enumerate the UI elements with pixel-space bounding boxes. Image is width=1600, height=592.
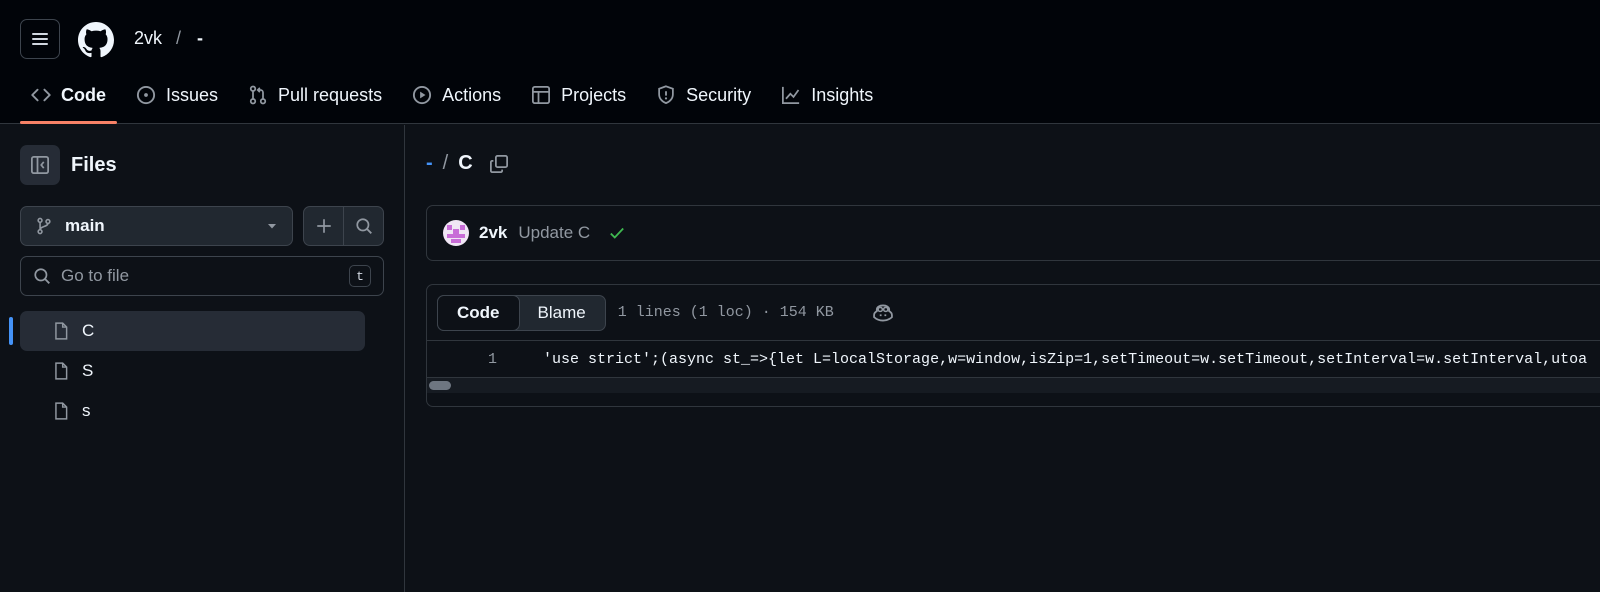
search-code-button[interactable] <box>343 207 383 245</box>
avatar[interactable] <box>443 220 469 246</box>
go-to-file-input[interactable] <box>61 266 349 286</box>
path-file-name: C <box>458 152 473 174</box>
tab-security-label: Security <box>686 84 752 105</box>
app-header: 2vk / - Code Issues Pull requests Action… <box>0 0 1600 124</box>
hamburger-icon <box>32 33 48 45</box>
files-heading: Files <box>71 154 117 176</box>
branch-name: main <box>65 216 105 235</box>
breadcrumb-owner[interactable]: 2vk <box>134 28 162 49</box>
tab-projects-label: Projects <box>561 84 627 105</box>
breadcrumb-repo[interactable]: - <box>197 28 203 49</box>
view-mode-toggle: Code Blame <box>437 294 606 331</box>
line-number[interactable]: 1 <box>427 351 497 368</box>
file-meta: 1 lines (1 loc) · 154 KB <box>617 304 834 321</box>
play-icon <box>413 85 432 105</box>
caret-down-icon <box>268 224 276 229</box>
file-item-label: s <box>82 401 91 420</box>
tab-code[interactable]: Code <box>20 78 117 124</box>
file-view: - / C 2vk Update C Code Blame 1 lines (1… <box>406 125 1600 592</box>
github-logo-icon[interactable] <box>78 22 114 58</box>
file-icon <box>55 402 68 420</box>
tab-security[interactable]: Security <box>645 78 762 112</box>
file-item-label: S <box>82 361 94 380</box>
collapse-sidebar-button[interactable] <box>20 145 60 185</box>
git-branch-icon <box>37 217 51 235</box>
tab-actions-label: Actions <box>442 84 502 105</box>
path-repo-link[interactable]: - <box>426 152 433 175</box>
blame-view-button[interactable]: Blame <box>519 296 605 330</box>
code-view-button[interactable]: Code <box>437 294 520 331</box>
tab-code-label: Code <box>61 84 106 105</box>
tab-insights[interactable]: Insights <box>770 78 884 112</box>
file-item-label: C <box>82 321 95 340</box>
add-file-button[interactable] <box>304 207 343 245</box>
line-content: 'use strict';(async st_=>{let L=localSto… <box>543 350 1588 368</box>
file-icon <box>55 322 68 340</box>
copilot-button[interactable] <box>872 302 894 324</box>
menu-button[interactable] <box>20 19 60 59</box>
file-list: C S s <box>9 311 365 431</box>
file-item-s[interactable]: s <box>20 391 365 431</box>
scrollbar-thumb[interactable] <box>429 381 451 390</box>
latest-commit-box: 2vk Update C <box>426 205 1600 261</box>
commit-author[interactable]: 2vk <box>479 223 507 243</box>
code-icon <box>31 88 51 102</box>
tab-pull-requests-label: Pull requests <box>278 84 383 105</box>
graph-icon <box>782 86 800 104</box>
search-icon <box>34 268 50 284</box>
keyboard-shortcut-hint: t <box>349 265 371 287</box>
horizontal-scrollbar[interactable] <box>427 377 1600 393</box>
issue-opened-icon <box>136 85 156 105</box>
plus-icon <box>316 219 331 233</box>
git-pull-request-icon <box>249 85 267 105</box>
sidebar-collapse-icon <box>31 156 49 174</box>
breadcrumb-separator: / <box>176 28 182 48</box>
go-to-file-box: t <box>20 256 384 296</box>
file-item-C[interactable]: C <box>9 311 365 351</box>
check-icon <box>610 227 625 239</box>
commit-status[interactable] <box>608 224 626 242</box>
repo-tabs: Code Issues Pull requests Actions Projec… <box>20 78 892 124</box>
file-path-breadcrumb: - / C <box>426 152 509 175</box>
file-icon <box>55 362 68 380</box>
code-line: 1 'use strict';(async st_=>{let L=localS… <box>427 341 1600 377</box>
commit-message[interactable]: Update C <box>518 223 590 243</box>
file-item-S[interactable]: S <box>20 351 365 391</box>
copilot-icon <box>872 304 893 321</box>
shield-icon <box>658 85 674 105</box>
table-icon <box>532 86 551 104</box>
file-actions-group <box>303 206 384 246</box>
branch-selector[interactable]: main <box>20 206 293 246</box>
path-separator: / <box>442 152 449 174</box>
tab-actions[interactable]: Actions <box>401 78 512 112</box>
tab-insights-label: Insights <box>811 84 874 105</box>
copy-path-button[interactable] <box>489 154 509 174</box>
file-tree-sidebar: Files main t C S s <box>0 125 405 592</box>
tab-issues-label: Issues <box>166 84 219 105</box>
copy-icon <box>489 154 508 173</box>
tab-projects[interactable]: Projects <box>520 78 637 112</box>
code-viewer: Code Blame 1 lines (1 loc) · 154 KB 1 'u… <box>426 284 1600 407</box>
code-toolbar: Code Blame 1 lines (1 loc) · 154 KB <box>427 285 1600 341</box>
tab-issues[interactable]: Issues <box>125 78 229 112</box>
tab-pull-requests[interactable]: Pull requests <box>237 78 393 112</box>
search-icon <box>355 218 372 234</box>
